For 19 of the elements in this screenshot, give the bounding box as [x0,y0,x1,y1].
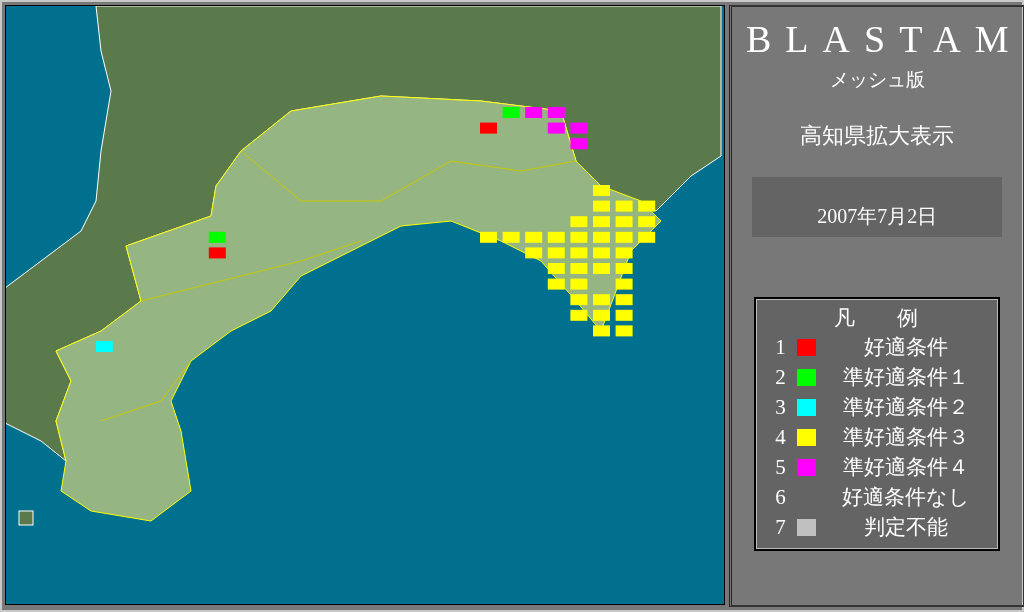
legend-number: 6 [775,484,787,510]
legend-number: 7 [775,514,787,540]
legend-number: 3 [775,394,787,420]
legend-label: 好適条件 [863,334,950,361]
region-label: 高知県拡大表示 [800,122,955,150]
legend-label: 準好適条件１ [842,364,971,391]
legend-label: 準好適条件３ [842,424,971,451]
legend-number: 1 [775,334,787,360]
legend-number: 5 [775,454,787,480]
app-title: BLASTAM [746,19,1023,59]
date-label: 2007年7月2日 [817,204,938,229]
legend-label: 判定不能 [863,514,950,541]
legend-number: 4 [775,424,787,450]
legend-title: 凡 例 [834,305,919,332]
legend-number: 2 [775,364,787,390]
legend-label: 準好適条件４ [842,454,971,481]
legend-label: 好適条件なし [841,484,972,511]
app-subtitle: メッシュ版 [829,68,925,92]
legend-label: 準好適条件２ [842,394,971,421]
